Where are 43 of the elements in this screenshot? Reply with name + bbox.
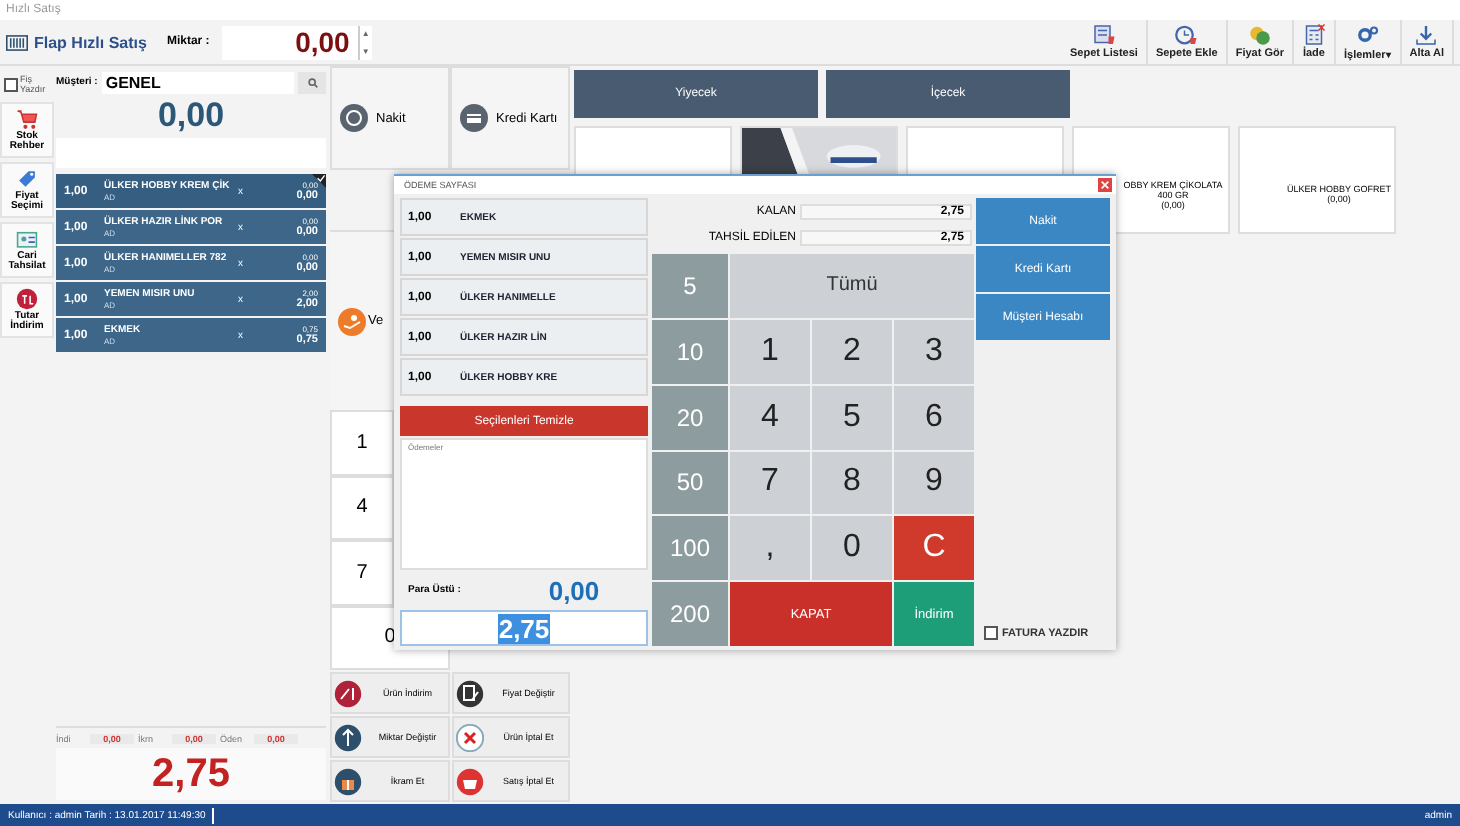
keypad-key[interactable]: 9 — [894, 451, 974, 515]
keypad-key[interactable]: 5 — [812, 385, 892, 449]
cart-icon — [16, 107, 38, 129]
total-amount: 0,00 — [155, 94, 227, 136]
basket-icon — [455, 767, 483, 795]
keypad-key[interactable]: 7 — [730, 451, 810, 515]
keypad-key[interactable]: 6 — [894, 385, 974, 449]
discount-icon — [16, 287, 38, 309]
card-icon — [460, 104, 488, 132]
keypad-key[interactable]: 1 — [330, 410, 394, 475]
gift-icon — [334, 767, 362, 795]
coins-icon — [1247, 24, 1272, 46]
coin-icon — [340, 104, 368, 132]
keypad-key[interactable]: 0 — [812, 516, 892, 581]
customer-search-button[interactable] — [298, 71, 326, 93]
list-icon — [1091, 24, 1116, 46]
barcode-field[interactable] — [56, 138, 326, 168]
keypad-key[interactable]: 1 — [730, 319, 810, 384]
all-button[interactable]: Tümü — [730, 254, 974, 318]
customer-field[interactable]: GENEL — [101, 71, 294, 93]
keypad-key[interactable]: 2 — [812, 319, 892, 384]
keypad-key[interactable]: 4 — [330, 475, 394, 540]
keypad-key[interactable]: 4 — [730, 385, 810, 449]
keypad-key[interactable]: 7 — [330, 540, 394, 605]
barcode-icon — [6, 33, 28, 51]
user-card-icon — [16, 227, 38, 249]
close-icon — [455, 723, 483, 751]
keypad-key[interactable]: 8 — [812, 451, 892, 515]
change-amount: 0,00 — [546, 575, 602, 605]
keypad-key[interactable]: , — [730, 516, 810, 581]
hand-coin-icon — [338, 307, 366, 335]
search-icon — [307, 77, 317, 87]
app-title: Flap Hızlı Satış — [34, 33, 147, 51]
quantity-field[interactable]: 0,00 — [221, 25, 358, 59]
keypad-key[interactable]: 3 — [894, 319, 974, 384]
grand-total: 2,75 — [56, 748, 326, 800]
close-button[interactable] — [1098, 178, 1112, 192]
download-icon — [1414, 24, 1439, 46]
gear-icon — [1355, 23, 1380, 45]
document-icon — [455, 679, 483, 707]
clock-icon — [1174, 24, 1199, 46]
tag-icon — [16, 167, 38, 189]
keypad-key[interactable]: C — [894, 516, 974, 581]
